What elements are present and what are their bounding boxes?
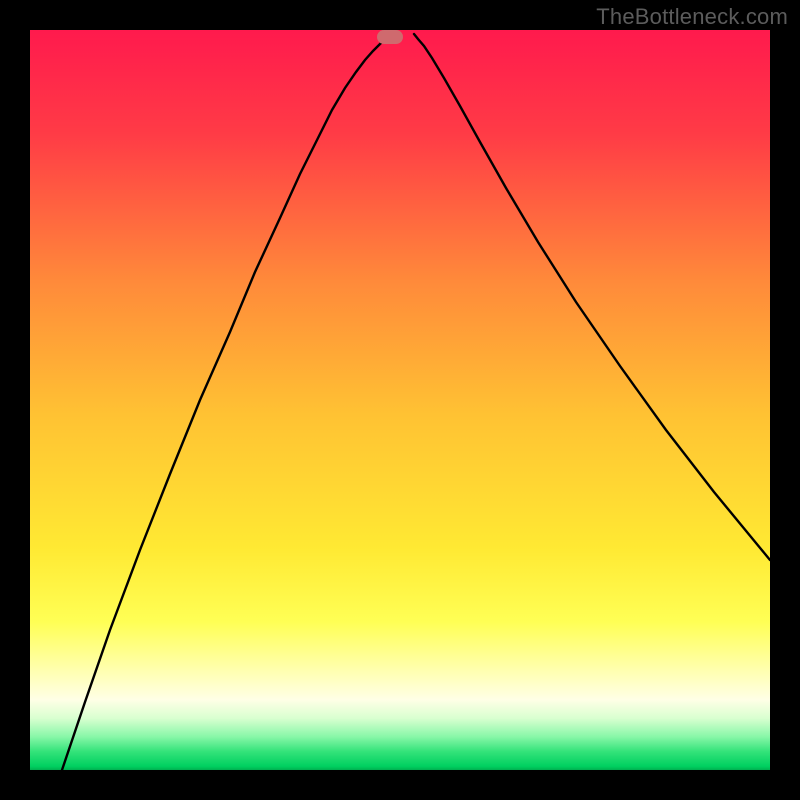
plot-area [30,30,770,770]
chart-frame: TheBottleneck.com [0,0,800,800]
optimum-marker [377,30,403,44]
watermark-text: TheBottleneck.com [596,4,788,30]
bottleneck-curve [30,30,770,770]
